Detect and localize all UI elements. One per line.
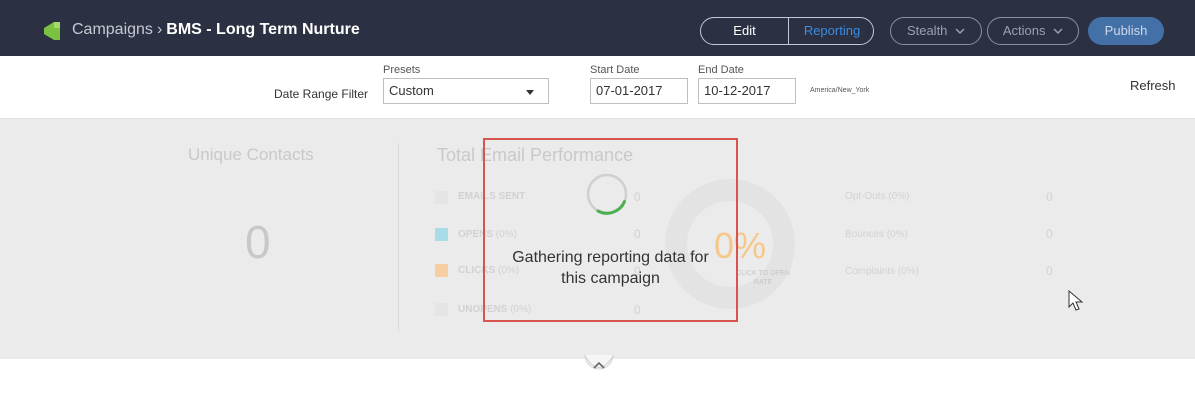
emails-sent-swatch	[435, 191, 448, 204]
timezone-label: America/New_York	[810, 87, 870, 94]
loading-line-2: this campaign	[561, 270, 660, 287]
click-to-open-rate-label: CLICK TO OPEN RATE	[736, 270, 790, 286]
actions-label: Actions	[1002, 23, 1046, 38]
complaints-label: Complaints (0%)	[845, 266, 919, 277]
date-filter-bar: Date Range Filter Presets Custom Start D…	[0, 56, 1195, 119]
breadcrumb-separator: ›	[156, 21, 163, 38]
date-range-filter-label: Date Range Filter	[274, 87, 369, 101]
opt-outs-label: Opt-Outs (0%)	[845, 191, 910, 202]
mouse-cursor-icon	[1068, 290, 1084, 311]
unique-contacts-value: 0	[245, 216, 271, 268]
chevron-down-icon	[955, 28, 965, 35]
opens-swatch	[435, 228, 448, 241]
clicks-swatch	[435, 264, 448, 277]
unique-contacts-title: Unique Contacts	[188, 145, 314, 164]
edit-reporting-toggle: Edit Reporting	[700, 17, 874, 45]
unopens-swatch	[435, 303, 448, 316]
end-date-input[interactable]: 10-12-2017	[698, 78, 796, 104]
presets-label: Presets	[383, 64, 421, 76]
breadcrumb-campaigns-link[interactable]: Campaigns	[72, 21, 153, 38]
presets-value: Custom	[389, 83, 434, 98]
reporting-button[interactable]: Reporting	[788, 18, 873, 44]
stealth-dropdown[interactable]: Stealth	[890, 17, 982, 45]
loading-indicator: Gathering reporting data for this campai…	[483, 138, 738, 322]
spinner-icon	[586, 173, 628, 215]
stealth-label: Stealth	[906, 23, 948, 38]
edit-button[interactable]: Edit	[701, 18, 788, 44]
campaign-logo-icon	[44, 22, 60, 40]
start-date-label: Start Date	[590, 64, 640, 76]
breadcrumb: Campaigns › BMS - Long Term Nurture	[72, 21, 360, 39]
divider	[398, 143, 399, 331]
end-date-label: End Date	[698, 64, 744, 76]
chevron-down-icon	[1053, 28, 1063, 35]
refresh-button[interactable]: Refresh	[1130, 78, 1176, 93]
publish-button[interactable]: Publish	[1088, 17, 1164, 45]
opt-outs-value: 0	[1046, 190, 1053, 204]
loading-message: Gathering reporting data for this campai…	[485, 247, 736, 289]
end-date-value: 10-12-2017	[704, 83, 771, 98]
start-date-input[interactable]: 07-01-2017	[590, 78, 688, 104]
bounces-label: Bounces (0%)	[845, 229, 908, 240]
top-navigation-bar: Campaigns › BMS - Long Term Nurture Edit R…	[0, 0, 1195, 56]
complaints-value: 0	[1046, 264, 1053, 278]
presets-select[interactable]: Custom	[383, 78, 549, 104]
caret-down-icon	[526, 90, 534, 95]
chevron-up-icon[interactable]	[584, 355, 614, 377]
campaign-title: BMS - Long Term Nurture	[166, 21, 360, 38]
loading-line-1: Gathering reporting data for	[512, 249, 709, 266]
bounces-value: 0	[1046, 227, 1053, 241]
actions-dropdown[interactable]: Actions	[987, 17, 1079, 45]
start-date-value: 07-01-2017	[596, 83, 663, 98]
